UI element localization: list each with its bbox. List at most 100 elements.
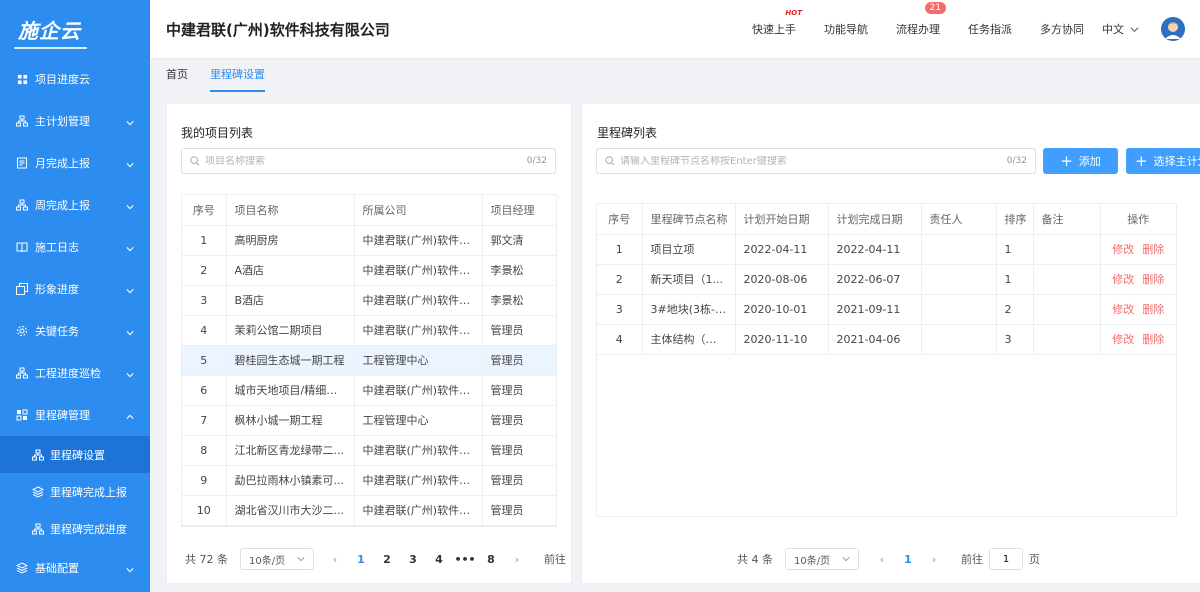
milestone-search-box[interactable]: 0/32 <box>596 148 1036 174</box>
sidebar-item-7[interactable]: 工程进度巡检 <box>0 352 150 394</box>
delete-link[interactable]: 删除 <box>1142 303 1164 316</box>
next-page-button[interactable]: › <box>921 553 947 566</box>
goto-page-input[interactable] <box>989 548 1023 570</box>
table-cell: 2022-04-11 <box>828 234 922 265</box>
table-header-row: 序号 里程碑节点名称 计划开始日期 计划完成日期 责任人 排序 备注 操作 <box>597 204 1176 235</box>
table-cell: 3 <box>182 285 227 316</box>
table-cell: 3 <box>996 324 1034 355</box>
page-number[interactable]: 2 <box>374 553 400 566</box>
select-main-plan-button[interactable]: + 选择主计划 <box>1126 148 1200 174</box>
table-row[interactable]: 2 新天项目（1... 2020-08-06 2022-06-07 1 修改 删除 <box>597 264 1176 295</box>
header-nav-label: 功能导航 <box>824 23 868 36</box>
sidebar-item-4[interactable]: 施工日志 <box>0 226 150 268</box>
table-cell: 茉莉公馆二期项目 <box>226 315 355 346</box>
table-row[interactable]: 2 A酒店 中建君联(广州)软件科... 李景松 <box>182 255 556 286</box>
layers-icon <box>32 485 44 498</box>
project-page-size-select[interactable]: 10条/页 <box>240 548 314 570</box>
add-button[interactable]: + 添加 <box>1043 148 1118 174</box>
table-cell: 工程管理中心 <box>354 405 483 436</box>
sidebar-subitem-label: 里程碑设置 <box>50 448 105 462</box>
edit-link[interactable]: 修改 <box>1112 273 1134 286</box>
edit-link[interactable]: 修改 <box>1112 243 1134 256</box>
table-row[interactable]: 4 主体结构（含... 2020-11-10 2021-04-06 3 修改 删除 <box>597 324 1176 355</box>
language-label: 中文 <box>1102 23 1124 36</box>
project-search-input[interactable] <box>205 155 527 167</box>
table-row[interactable]: 5 碧桂园生态城一期工程 工程管理中心 管理员 <box>182 345 556 376</box>
milestone-search-input[interactable] <box>620 155 1007 167</box>
next-page-button[interactable]: › <box>504 553 530 566</box>
header-nav-item-4[interactable]: 多方协同 <box>1026 21 1098 37</box>
project-table: 序号 项目名称 所属公司 项目经理 1 高明厨房 中建君联(广州)软件科... 郭文清 2 A酒… <box>181 194 557 527</box>
table-cell: 项目立项 <box>642 234 736 265</box>
search-char-counter: 0/32 <box>526 156 547 166</box>
table-row[interactable]: 1 高明厨房 中建君联(广州)软件科... 郭文清 <box>182 225 556 256</box>
table-cell: 湖北省汉川市大沙二... <box>226 495 355 526</box>
page-number[interactable]: ••• <box>452 553 478 566</box>
table-cell: 碧桂园生态城一期工程 <box>226 345 355 376</box>
header-nav-item-1[interactable]: 功能导航 <box>810 21 882 37</box>
sidebar-item-label: 形象进度 <box>35 283 79 296</box>
logo[interactable]: 施企云 <box>0 0 150 58</box>
sidebar-item-1[interactable]: 主计划管理 <box>0 100 150 142</box>
table-cell: 7 <box>182 405 227 436</box>
sidebar-item-label: 工程进度巡检 <box>35 367 101 380</box>
table-row[interactable]: 1 项目立项 2022-04-11 2022-04-11 1 修改 删除 <box>597 234 1176 265</box>
table-row[interactable]: 3 3#地块(3栋-1... 2020-10-01 2021-09-11 2 修改 删除 <box>597 294 1176 325</box>
tab-0[interactable]: 首页 <box>166 66 188 92</box>
edit-link[interactable]: 修改 <box>1112 333 1134 346</box>
table-row[interactable]: 6 城市天地项目/精细成本 中建君联(广州)软件科... 管理员 <box>182 375 556 406</box>
page-number[interactable]: 1 <box>348 553 374 566</box>
table-cell: 2020-08-06 <box>735 264 829 295</box>
page-number[interactable]: 4 <box>426 553 452 566</box>
milestone-table: 序号 里程碑节点名称 计划开始日期 计划完成日期 责任人 排序 备注 操作 1 项目立项 2022… <box>596 203 1177 517</box>
chevron-down-icon <box>297 557 305 562</box>
page-number[interactable]: 1 <box>895 553 921 566</box>
sidebar-subitem-0[interactable]: 里程碑设置 <box>0 436 150 473</box>
table-cell: 管理员 <box>482 315 556 346</box>
edit-link[interactable]: 修改 <box>1112 303 1134 316</box>
table-row[interactable]: 4 茉莉公馆二期项目 中建君联(广州)软件科... 管理员 <box>182 315 556 346</box>
sidebar-item-2[interactable]: 月完成上报 <box>0 142 150 184</box>
table-cell: 10 <box>182 495 227 526</box>
sidebar-item-8[interactable]: 里程碑管理 <box>0 394 150 436</box>
table-cell: 6 <box>182 375 227 406</box>
table-cell <box>1033 234 1101 265</box>
delete-link[interactable]: 删除 <box>1142 243 1164 256</box>
sidebar-menu: 项目进度云 主计划管理 月完成上报 周完成上报 施工日志 形象进度 关键任务 工… <box>0 58 150 589</box>
delete-link[interactable]: 删除 <box>1142 273 1164 286</box>
sidebar-item-3[interactable]: 周完成上报 <box>0 184 150 226</box>
flag-icon <box>16 409 28 421</box>
avatar[interactable] <box>1161 17 1185 41</box>
table-row[interactable]: 9 勐巴拉雨林小镇素可... 中建君联(广州)软件科... 管理员 <box>182 465 556 496</box>
table-cell: 1 <box>182 225 227 256</box>
milestone-page-size-select[interactable]: 10条/页 <box>785 548 859 570</box>
header-nav-item-0[interactable]: 快速上手 HOT <box>738 9 810 37</box>
table-cell: 2021-04-06 <box>828 324 922 355</box>
table-row[interactable]: 7 枫林小城一期工程 工程管理中心 管理员 <box>182 405 556 436</box>
table-cell <box>1033 324 1101 355</box>
sidebar-item-6[interactable]: 关键任务 <box>0 310 150 352</box>
sidebar-item-0[interactable]: 项目进度云 <box>0 58 150 100</box>
table-cell: 主体结构（含... <box>642 324 736 355</box>
header-nav-label: 多方协同 <box>1040 23 1084 36</box>
prev-page-button[interactable]: ‹ <box>322 553 348 566</box>
header-nav-item-3[interactable]: 任务指派 <box>954 21 1026 37</box>
sidebar-subitem-2[interactable]: 里程碑完成进度 <box>0 510 150 547</box>
table-row[interactable]: 3 B酒店 中建君联(广州)软件科... 李景松 <box>182 285 556 316</box>
delete-link[interactable]: 删除 <box>1142 333 1164 346</box>
sidebar-item-basic-config[interactable]: 基础配置 <box>0 547 150 589</box>
header-nav-item-2[interactable]: 流程办理 21 <box>882 2 954 37</box>
table-cell: 9 <box>182 465 227 496</box>
table-cell: 2020-10-01 <box>735 294 829 325</box>
sidebar-subitem-1[interactable]: 里程碑完成上报 <box>0 473 150 510</box>
table-row[interactable]: 8 江北新区青龙绿带二... 中建君联(广州)软件科... 管理员 <box>182 435 556 466</box>
project-search-box[interactable]: 0/32 <box>181 148 556 174</box>
table-row[interactable]: 10 湖北省汉川市大沙二... 中建君联(广州)软件科... 管理员 <box>182 495 556 526</box>
page-number[interactable]: 3 <box>400 553 426 566</box>
sidebar-item-5[interactable]: 形象进度 <box>0 268 150 310</box>
prev-page-button[interactable]: ‹ <box>869 553 895 566</box>
page-number[interactable]: 8 <box>478 553 504 566</box>
language-select[interactable]: 中文 <box>1102 21 1139 37</box>
table-cell: 管理员 <box>482 465 556 496</box>
tab-1[interactable]: 里程碑设置 <box>210 66 265 92</box>
